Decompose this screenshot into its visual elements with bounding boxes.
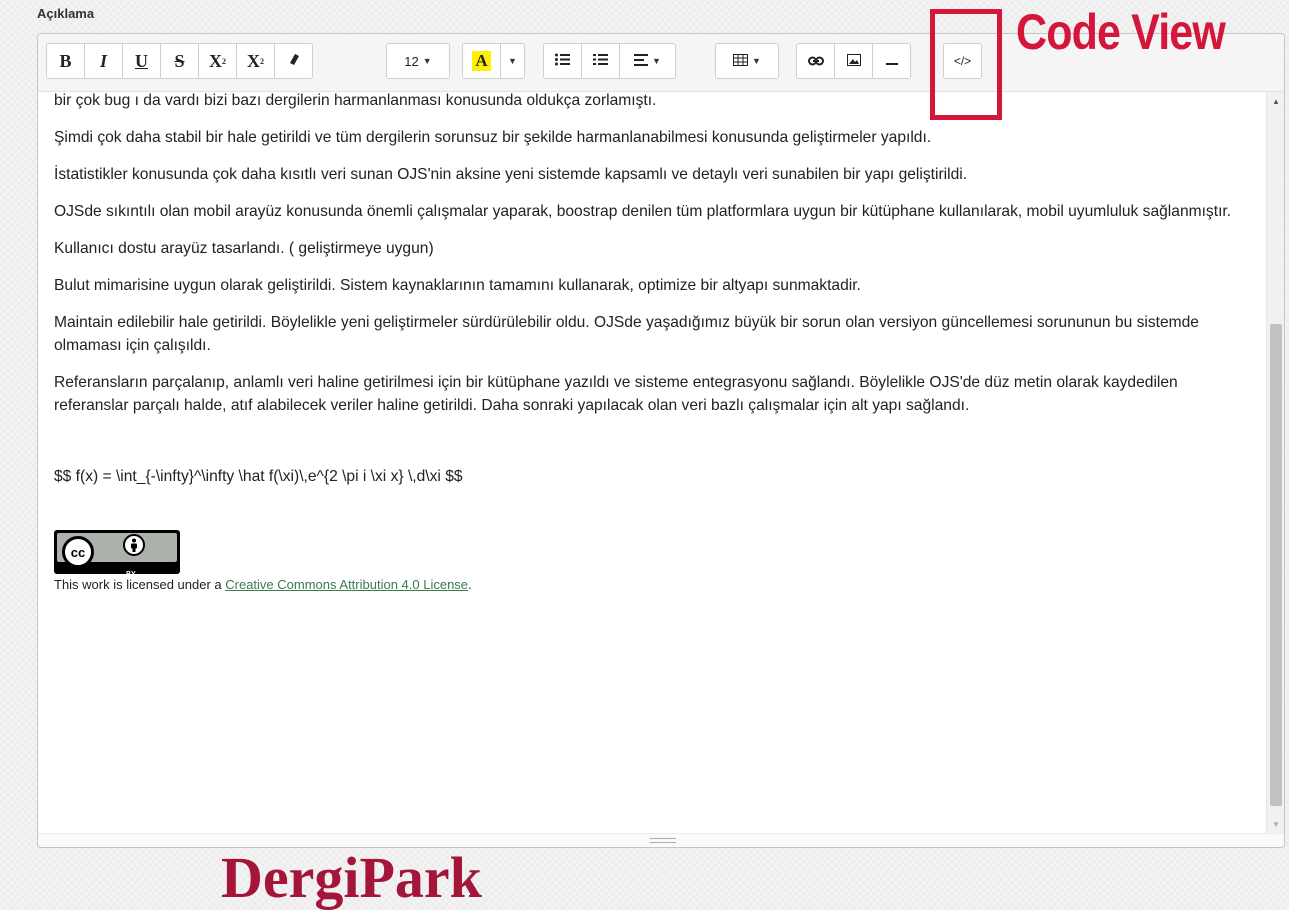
ordered-list-button[interactable] bbox=[581, 43, 620, 79]
link-button[interactable] bbox=[796, 43, 835, 79]
bold-button[interactable]: B bbox=[46, 43, 85, 79]
chevron-down-icon: ▼ bbox=[422, 56, 432, 66]
content-paragraph: Bulut mimarisine uygun olarak geliştiril… bbox=[54, 277, 861, 294]
color-dropdown-button[interactable]: ▼ bbox=[500, 43, 525, 79]
chevron-down-icon: ▼ bbox=[508, 56, 517, 66]
paragraph-group: ▼ bbox=[543, 43, 676, 79]
cc-by-badge[interactable]: cc BY bbox=[54, 530, 180, 574]
font-size-group: 12 ▼ bbox=[386, 43, 450, 79]
content-paragraph: Maintain edilebilir hale getirildi. Böyl… bbox=[54, 314, 1199, 354]
subscript-label: X bbox=[247, 50, 260, 71]
color-group: A ▼ bbox=[462, 43, 525, 79]
insert-group bbox=[796, 43, 911, 79]
code-view-annotation: Code View bbox=[1016, 4, 1226, 60]
by-label: BY bbox=[126, 563, 136, 574]
font-size-value: 12 bbox=[404, 53, 419, 69]
chevron-down-icon: ▼ bbox=[652, 56, 661, 66]
color-icon: A bbox=[472, 51, 491, 71]
align-icon bbox=[634, 53, 649, 70]
person-icon bbox=[123, 534, 145, 556]
superscript-label: X bbox=[209, 50, 222, 71]
horizontal-rule-icon bbox=[885, 53, 898, 70]
picture-icon bbox=[846, 53, 861, 70]
unordered-list-button[interactable] bbox=[543, 43, 582, 79]
font-style-group: B I U S X2 X2 bbox=[46, 43, 313, 79]
license-suffix: . bbox=[468, 577, 472, 592]
content-paragraph: Şimdi çok daha stabil bir hale getirildi… bbox=[54, 129, 932, 146]
brand-watermark: DergiPark bbox=[221, 845, 482, 910]
code-icon: </> bbox=[953, 54, 972, 68]
editor-content[interactable]: bir çok bug ı da vardı bizi bazı dergile… bbox=[38, 92, 1266, 833]
align-dropdown-button[interactable]: ▼ bbox=[619, 43, 676, 79]
resize-grip-icon bbox=[650, 838, 676, 843]
content-paragraph: OJSde sıkıntılı olan mobil arayüz konusu… bbox=[54, 203, 1232, 220]
eraser-icon bbox=[287, 52, 301, 70]
license-prefix: This work is licensed under a bbox=[54, 577, 226, 592]
vertical-scrollbar[interactable]: ▲ ▼ bbox=[1266, 92, 1284, 833]
italic-label: I bbox=[99, 50, 107, 71]
content-paragraph: İstatistikler konusunda çok daha kısıtlı… bbox=[54, 166, 968, 183]
content-paragraph: Referansların parçalanıp, anlamlı veri h… bbox=[54, 374, 1178, 414]
strikethrough-label: S bbox=[174, 50, 185, 71]
table-icon bbox=[733, 53, 749, 70]
rich-text-editor: B I U S X2 X2 12 ▼ A ▼ ▼ ▼ </> bir çok b… bbox=[37, 33, 1285, 848]
code-view-button[interactable]: </> bbox=[943, 43, 982, 79]
license-link[interactable]: Creative Commons Attribution 4.0 License bbox=[225, 577, 468, 592]
chevron-down-icon: ▼ bbox=[752, 56, 761, 66]
list-ul-icon bbox=[555, 53, 570, 70]
font-size-dropdown[interactable]: 12 ▼ bbox=[386, 43, 450, 79]
formula-paragraph: $$ f(x) = \int_{-\infty}^\infty \hat f(\… bbox=[54, 468, 463, 485]
table-dropdown-button[interactable]: ▼ bbox=[715, 43, 779, 79]
italic-button[interactable]: I bbox=[84, 43, 123, 79]
picture-button[interactable] bbox=[834, 43, 873, 79]
subscript-button[interactable]: X2 bbox=[236, 43, 275, 79]
scroll-thumb[interactable] bbox=[1270, 324, 1282, 806]
cc-icon: cc bbox=[62, 536, 94, 568]
strikethrough-button[interactable]: S bbox=[160, 43, 199, 79]
bold-label: B bbox=[59, 50, 72, 71]
underline-button[interactable]: U bbox=[122, 43, 161, 79]
color-button[interactable]: A bbox=[462, 43, 501, 79]
scroll-up-icon[interactable]: ▲ bbox=[1267, 92, 1285, 110]
content-paragraph: bir çok bug ı da vardı bizi bazı dergile… bbox=[54, 92, 657, 109]
horizontal-rule-button[interactable] bbox=[872, 43, 911, 79]
superscript-button[interactable]: X2 bbox=[198, 43, 237, 79]
scroll-down-icon[interactable]: ▼ bbox=[1267, 815, 1285, 833]
field-label: Açıklama bbox=[37, 6, 95, 21]
code-view-group: </> bbox=[943, 43, 982, 79]
table-group: ▼ bbox=[715, 43, 779, 79]
license-text: This work is licensed under a Creative C… bbox=[54, 576, 1250, 594]
empty-line bbox=[54, 431, 1250, 465]
underline-label: U bbox=[135, 50, 148, 71]
list-ol-icon bbox=[593, 53, 608, 70]
link-icon bbox=[807, 53, 824, 70]
eraser-button[interactable] bbox=[274, 43, 313, 79]
content-paragraph: Kullanıcı dostu arayüz tasarlandı. ( gel… bbox=[54, 240, 434, 257]
